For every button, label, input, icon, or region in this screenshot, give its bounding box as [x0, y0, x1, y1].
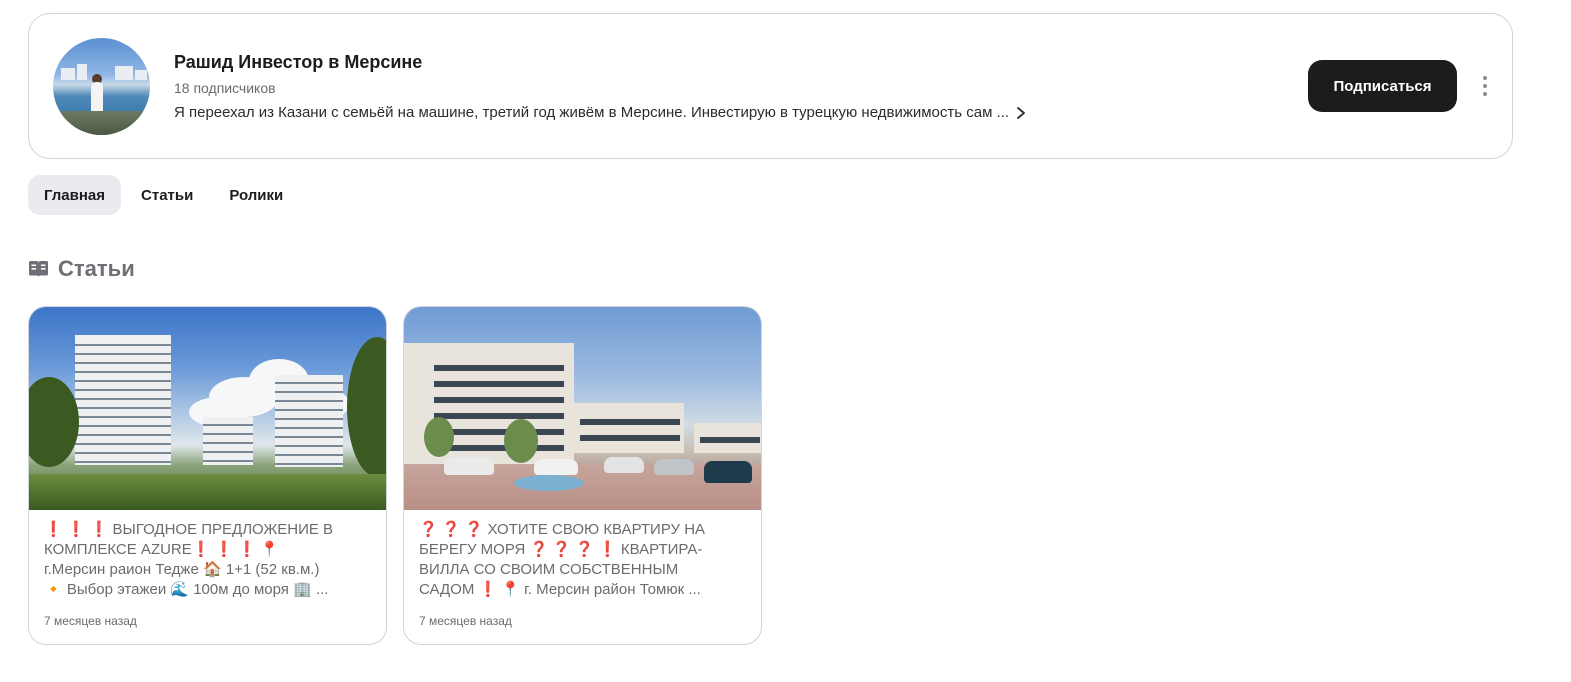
article-snippet-line: г.Мерсин раион Тедже 🏠 1+1 (52 кв.м.) [44, 561, 320, 578]
article-snippet: ❗ ❗ ❗ ВЫГОДНОЕ ПРЕДЛОЖЕНИЕ В КОМПЛЕКСЕ A… [44, 520, 374, 600]
tab-articles[interactable]: Статьи [125, 175, 209, 215]
subscribe-button[interactable]: Подписаться [1308, 60, 1457, 112]
tab-videos[interactable]: Ролики [213, 175, 299, 215]
article-cover-image [404, 307, 761, 510]
channel-name[interactable]: Рашид Инвестор в Мерсине [174, 52, 422, 73]
chevron-right-icon [1017, 106, 1025, 119]
channel-header: Рашид Инвестор в Мерсине 18 подписчиков … [28, 13, 1513, 159]
article-snippet-line: БЕРЕГУ МОРЯ ❓ ❓ ❓ ❗ КВАРТИРА- [419, 541, 703, 558]
channel-description[interactable]: Я переехал из Казани с семьёй на машине,… [174, 104, 1027, 121]
article-cover-image [29, 307, 386, 510]
article-card[interactable]: ❓ ❓ ❓ ХОТИТЕ СВОЮ КВАРТИРУ НА БЕРЕГУ МОР… [403, 306, 762, 645]
article-card[interactable]: ❗ ❗ ❗ ВЫГОДНОЕ ПРЕДЛОЖЕНИЕ В КОМПЛЕКСЕ A… [28, 306, 387, 645]
channel-avatar[interactable] [53, 38, 150, 135]
article-snippet: ❓ ❓ ❓ ХОТИТЕ СВОЮ КВАРТИРУ НА БЕРЕГУ МОР… [419, 520, 749, 600]
article-snippet-line: САДОМ ❗ 📍 г. Мерсин район Томюк ... [419, 581, 701, 598]
section-title: Статьи [58, 256, 135, 281]
article-age: 7 месяцев назад [44, 614, 137, 628]
more-options-icon[interactable] [1475, 72, 1495, 100]
section-header: Статьи [28, 256, 135, 282]
article-age: 7 месяцев назад [419, 614, 512, 628]
subscriber-count: 18 подписчиков [174, 80, 276, 96]
article-snippet-line: 🔸 Выбор этажеи 🌊 100м до моря 🏢 ... [44, 581, 329, 598]
tab-main[interactable]: Главная [28, 175, 122, 215]
article-snippet-line: ❗ ❗ ❗ ВЫГОДНОЕ ПРЕДЛОЖЕНИЕ В [44, 521, 334, 538]
article-snippet-line: ❓ ❓ ❓ ХОТИТЕ СВОЮ КВАРТИРУ НА [419, 521, 706, 538]
article-snippet-line: КОМПЛЕКСЕ AZURE❗ ❗ ❗ 📍 [44, 541, 279, 558]
channel-tabs: Главная Статьи Ролики [28, 175, 299, 215]
article-snippet-line: ВИЛЛА СО СВОИМ СОБСТВЕННЫМ [419, 561, 679, 578]
channel-description-text: Я переехал из Казани с семьёй на машине,… [174, 104, 1010, 121]
book-open-icon [29, 261, 48, 277]
